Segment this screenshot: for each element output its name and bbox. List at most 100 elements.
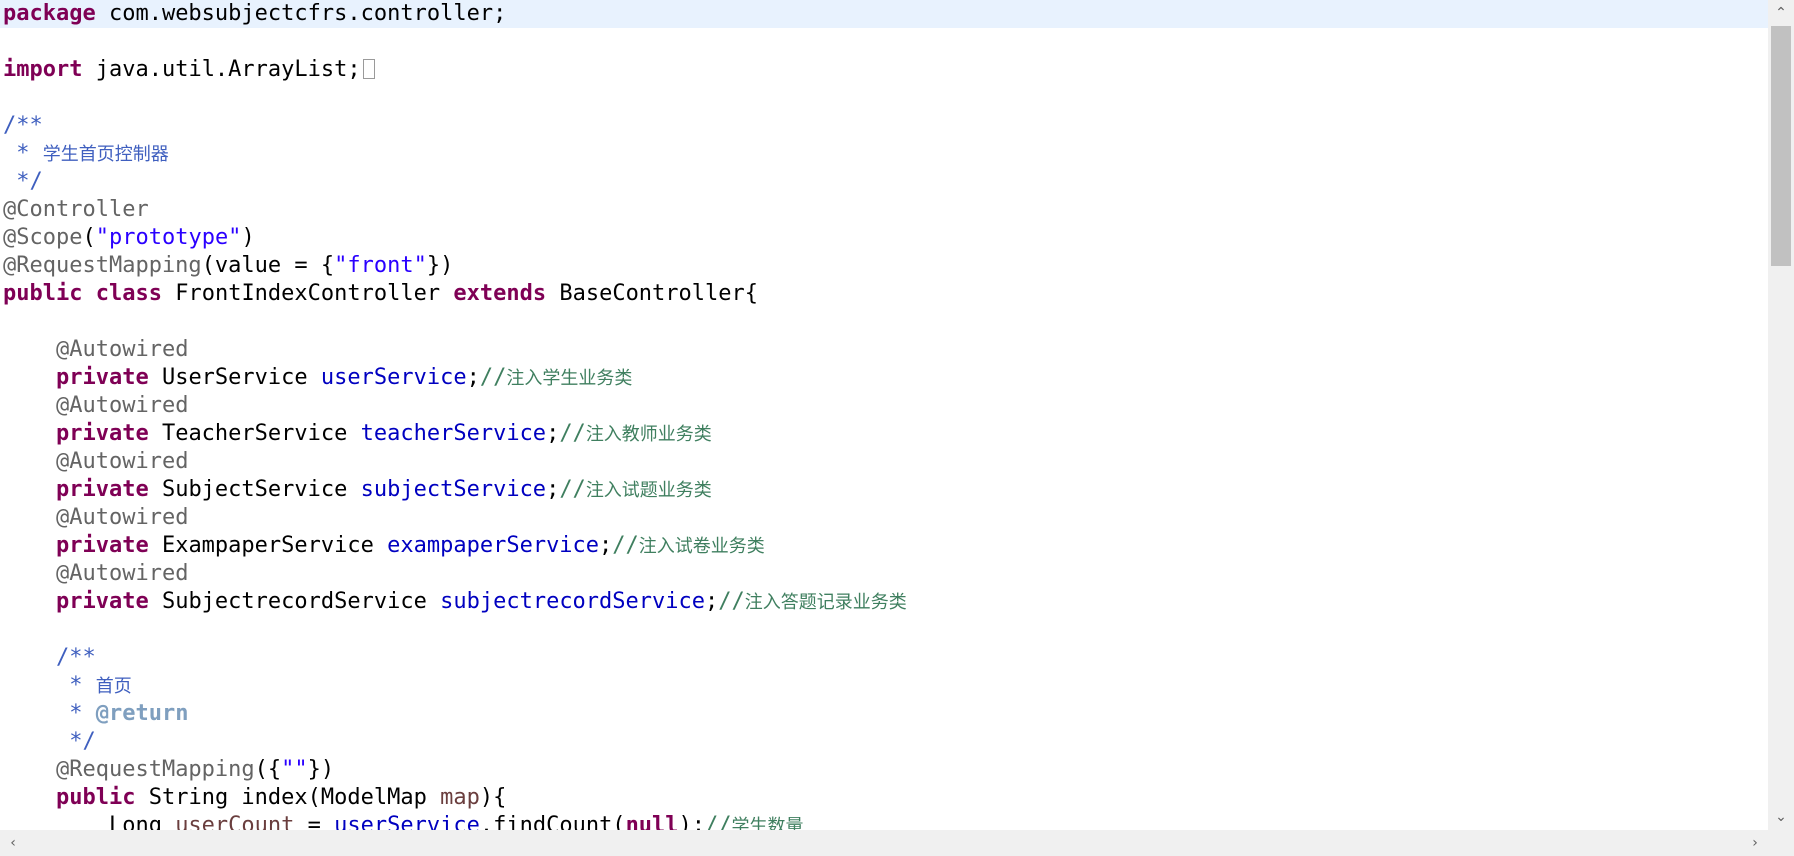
code-line[interactable]: private SubjectService subjectService;//… [3,476,712,504]
code-text-area[interactable]: package com.websubjectcfrs.controller; im… [0,0,1768,830]
code-token-kw: private [55,421,149,446]
code-token-jdoc-cjk: 学生首页控制器 [42,144,169,165]
code-token-kw: class [95,281,162,306]
code-token-jdoc: * [3,141,43,166]
code-token-plain: ; [705,589,719,614]
code-token-jdoc: * [55,673,96,698]
code-line[interactable]: private TeacherService teacherService;//… [3,420,712,448]
code-token-plain: Long [3,813,176,830]
code-token-plain: String index(ModelMap [135,785,441,810]
code-line[interactable]: * @return [3,700,188,728]
code-token-cmt: // [612,533,639,558]
code-token-cmt-cjk: 注入学生业务类 [506,368,633,389]
code-token-str: "" [281,757,308,782]
code-token-local: userCount [175,813,295,830]
code-token-plain: }) [307,757,335,782]
code-line[interactable]: private UserService userService;//注入学生业务… [3,364,632,392]
vertical-scrollbar[interactable]: ⌃ ⌄ [1768,0,1794,830]
code-line[interactable]: @RequestMapping(value = {"front"}) [3,252,453,280]
code-token-kw: package [3,1,96,26]
scroll-left-arrow-icon[interactable]: ‹ [0,830,26,856]
code-token-kw: private [55,477,149,502]
code-line[interactable]: import java.util.ArrayList; [3,56,375,84]
code-token-cmt: // [479,365,507,390]
code-line[interactable]: /** [3,112,43,140]
code-token-field: userService [334,813,480,830]
code-token-cmt: // [559,421,586,446]
code-token-plain: SubjectrecordService [148,589,441,614]
code-token-kw: public [55,785,136,810]
code-line[interactable]: @Autowired [3,504,188,532]
code-token-ann: @RequestMapping [3,253,202,278]
code-token-plain: .findCount( [479,813,626,830]
code-token-field: teacherService [360,421,547,446]
collapsed-imports-icon[interactable] [362,59,375,79]
code-line[interactable]: Long userCount = userService.findCount(n… [3,812,804,830]
code-token-cmt-cjk: 学生数量 [731,816,804,830]
code-line[interactable]: @Controller [3,196,149,224]
scroll-right-arrow-icon[interactable]: › [1742,830,1768,856]
code-token-ann: @RequestMapping [55,757,255,782]
scrollbar-corner [1768,830,1794,856]
code-token-kw: import [3,57,83,82]
code-token-field: subjectService [360,477,547,502]
code-token-plain: ; [466,365,480,390]
horizontal-scrollbar[interactable]: ‹ › [0,830,1768,856]
code-line[interactable]: * 学生首页控制器 [3,140,169,168]
code-token-plain: com.websubjectcfrs.controller; [95,1,507,26]
code-token-plain: ; [546,421,560,446]
code-token-ann: @Autowired [55,505,189,530]
code-token-plain: ){ [479,785,507,810]
code-line[interactable]: @Autowired [3,448,188,476]
code-token-plain: UserService [148,365,321,390]
code-token-ann: @Autowired [55,561,189,586]
scroll-up-arrow-icon[interactable]: ⌃ [1768,0,1794,26]
code-line[interactable]: private SubjectrecordService subjectreco… [3,588,907,616]
code-token-plain: = [294,813,335,830]
code-token-jdoc-tag: @return [95,701,189,726]
code-token-plain: }) [426,253,454,278]
code-line[interactable]: */ [3,728,96,756]
code-line[interactable]: @Autowired [3,560,188,588]
code-line[interactable]: @Autowired [3,392,188,420]
code-line[interactable]: @RequestMapping({""}) [3,756,334,784]
code-editor[interactable]: package com.websubjectcfrs.controller; im… [0,0,1794,856]
code-token-ann: @Autowired [55,337,189,362]
code-token-jdoc: * [55,701,96,726]
code-line[interactable]: @Scope("prototype") [3,224,255,252]
code-token-plain: ; [599,533,613,558]
code-token-cmt-cjk: 注入教师业务类 [585,424,712,445]
code-line[interactable]: */ [3,168,43,196]
code-token-field: subjectrecordService [440,589,706,614]
vertical-scroll-thumb[interactable] [1771,26,1791,266]
code-token-plain: ( [82,225,96,250]
code-token-cmt: // [718,589,745,614]
code-token-ann: @Autowired [55,393,189,418]
code-token-kw: public [3,281,83,306]
code-line[interactable]: @Autowired [3,336,188,364]
code-token-plain: ; [546,477,560,502]
code-line[interactable]: public class FrontIndexController extend… [3,280,758,308]
code-token-local: map [440,785,480,810]
scroll-down-arrow-icon[interactable]: ⌄ [1768,804,1794,830]
code-line[interactable]: private ExampaperService exampaperServic… [3,532,765,560]
code-token-cmt-cjk: 注入答题记录业务类 [744,592,907,613]
code-line[interactable]: /** [3,644,96,672]
code-token-ann: @Controller [3,197,149,222]
code-line[interactable]: public String index(ModelMap map){ [3,784,506,812]
code-token-str: "prototype" [95,225,242,250]
current-code-line[interactable]: package com.websubjectcfrs.controller; [0,0,1768,28]
code-line[interactable]: * 首页 [3,672,132,700]
code-token-jdoc-cjk: 首页 [95,676,132,697]
